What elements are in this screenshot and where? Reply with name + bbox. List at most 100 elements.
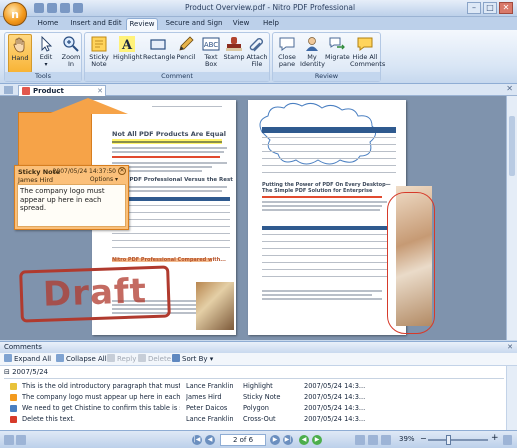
stamp-button[interactable]: Stamp: [222, 34, 246, 73]
previous-page-button[interactable]: ◀: [205, 435, 215, 445]
comment-row[interactable]: The company logo must appear up here in …: [0, 392, 510, 402]
zoom-in-button[interactable]: Zoom In: [59, 34, 83, 73]
close-button[interactable]: ✕: [499, 2, 513, 14]
pencil-button[interactable]: Pencil: [174, 34, 198, 73]
zoom-in-status-icon[interactable]: +: [491, 433, 499, 443]
polygon-comment-icon: [10, 405, 17, 412]
go-back-button[interactable]: ◀: [299, 435, 309, 445]
fit-page-icon[interactable]: [503, 435, 512, 445]
comment-row[interactable]: This is the old introductory paragraph t…: [0, 381, 510, 391]
page-left-subheading: Nitro PDF Professional Versus the Rest: [112, 177, 233, 183]
collapse-all-button[interactable]: Collapse All: [56, 354, 107, 365]
last-page-button[interactable]: ▶|: [283, 435, 293, 445]
stamp-label: Stamp: [223, 53, 245, 61]
single-page-icon[interactable]: [355, 435, 365, 445]
edit-label: Edit: [39, 53, 53, 61]
attach-file-button[interactable]: Attach File: [245, 34, 269, 73]
tab-help[interactable]: Help: [258, 18, 284, 30]
ribbon-tab-bar: Home Insert and Edit Review Secure and S…: [0, 17, 517, 30]
tab-insert-and-edit[interactable]: Insert and Edit: [66, 18, 126, 30]
sticky-note-options[interactable]: Options ▾: [90, 176, 118, 183]
cross-out-annotation[interactable]: [262, 196, 382, 198]
next-page-button[interactable]: ▶: [270, 435, 280, 445]
draft-stamp[interactable]: Draft: [19, 265, 171, 323]
edit-button[interactable]: Edit ▾: [34, 34, 58, 73]
highlight-comment-icon: [10, 383, 17, 390]
text-line: [112, 141, 222, 143]
ellipse-annotation[interactable]: [387, 192, 435, 334]
close-tab-icon[interactable]: ✕: [97, 86, 103, 96]
scrollbar-thumb[interactable]: [509, 116, 515, 176]
page-number-field[interactable]: 2 of 6: [220, 434, 266, 446]
document-tab[interactable]: Product Overview.pdf ✕: [18, 85, 106, 105]
tab-secure-and-sign[interactable]: Secure and Sign: [163, 18, 225, 30]
tab-home[interactable]: Home: [33, 18, 63, 30]
facing-pages-icon[interactable]: [381, 435, 391, 445]
ribbon: Hand Edit ▾ Zoom In Tools Sticky Note A …: [0, 30, 517, 84]
rectangle-button[interactable]: Rectangle: [143, 34, 175, 73]
minimize-button[interactable]: –: [467, 2, 481, 14]
table-row: [262, 137, 396, 138]
text-box-button[interactable]: ABC Text Box: [199, 34, 223, 73]
cross-out-annotation[interactable]: [112, 156, 220, 158]
sort-by-button[interactable]: Sort By ▾: [172, 354, 213, 365]
close-document-icon[interactable]: ✕: [506, 84, 513, 93]
highlight-button[interactable]: A Highlight: [113, 34, 142, 73]
table-row: [262, 234, 387, 235]
sort-by-label: Sort By ▾: [182, 355, 214, 363]
zoom-in-icon: [63, 36, 79, 52]
tab-review[interactable]: Review: [126, 18, 158, 30]
close-icon[interactable]: ✕: [118, 167, 126, 175]
maximize-button[interactable]: □: [483, 2, 497, 14]
comments-list: ⊟ 2007/5/24 This is the old introductory…: [0, 366, 517, 430]
expand-all-button[interactable]: Expand All: [4, 354, 51, 365]
table-row: [262, 276, 387, 277]
document-list-icon[interactable]: [4, 86, 13, 94]
hide-all-comments-button[interactable]: Hide All Comments: [350, 34, 385, 73]
undo-icon[interactable]: [47, 3, 57, 13]
zoom-slider[interactable]: [428, 435, 488, 445]
comments-toolbar: Expand All Collapse All Reply Delete Sor…: [0, 353, 517, 366]
delete-button[interactable]: Delete: [138, 354, 171, 365]
comment-group-date[interactable]: ⊟ 2007/5/24: [4, 368, 48, 376]
sticky-note-popup[interactable]: Sticky Note 2007/05/24 14:37:50 ✕ James …: [14, 165, 129, 230]
table-row: [262, 158, 396, 159]
vertical-scrollbar[interactable]: [506, 96, 517, 340]
review-group: Close pane My Identity Migrate Hide All …: [272, 32, 385, 82]
comments-scrollbar[interactable]: [506, 366, 517, 430]
comment-date: 2007/05/24 14:3...: [304, 393, 366, 401]
my-identity-label: My Identity: [300, 53, 325, 68]
collapse-group-icon[interactable]: ⊟: [4, 368, 12, 376]
comment-text: Delete this text.: [22, 415, 75, 423]
table-row: [262, 151, 396, 152]
migrate-button[interactable]: Migrate: [325, 34, 350, 73]
save-icon[interactable]: [34, 3, 44, 13]
comment-author: Lance Franklin: [186, 382, 234, 390]
continuous-page-icon[interactable]: [368, 435, 378, 445]
comment-row[interactable]: Delete this text. Lance Franklin Cross-O…: [0, 414, 510, 424]
sticky-note-button[interactable]: Sticky Note: [87, 34, 111, 73]
tab-view[interactable]: View: [228, 18, 254, 30]
first-page-button[interactable]: |◀: [192, 435, 202, 445]
comment-row[interactable]: We need to get Chistine to confirm this …: [0, 403, 510, 413]
page-photo: [196, 282, 234, 330]
sticky-note-text[interactable]: The company logo must appear up here in …: [17, 184, 126, 227]
customize-toolbar-icon[interactable]: [73, 3, 83, 13]
page-thumbnail-icon[interactable]: [16, 435, 26, 445]
sticky-note-connector: [18, 112, 92, 170]
panel-close-icon[interactable]: ✕: [507, 342, 513, 353]
hand-button[interactable]: Hand: [8, 34, 32, 73]
view-mode-icon[interactable]: [4, 435, 14, 445]
rectangle-icon: [150, 39, 166, 50]
reply-button[interactable]: Reply: [107, 354, 136, 365]
table-row: [262, 269, 387, 270]
polygon-annotation[interactable]: [254, 102, 404, 174]
close-pane-button[interactable]: Close pane: [275, 34, 299, 73]
go-forward-button[interactable]: ▶: [312, 435, 322, 445]
application-menu-button[interactable]: n: [3, 2, 27, 26]
my-identity-button[interactable]: My Identity: [300, 34, 325, 73]
redo-icon[interactable]: [60, 3, 70, 13]
zoom-out-icon[interactable]: −: [420, 434, 427, 443]
sticky-note-date: 2007/05/24 14:37:50: [52, 168, 116, 175]
zoom-slider-knob[interactable]: [446, 435, 451, 445]
